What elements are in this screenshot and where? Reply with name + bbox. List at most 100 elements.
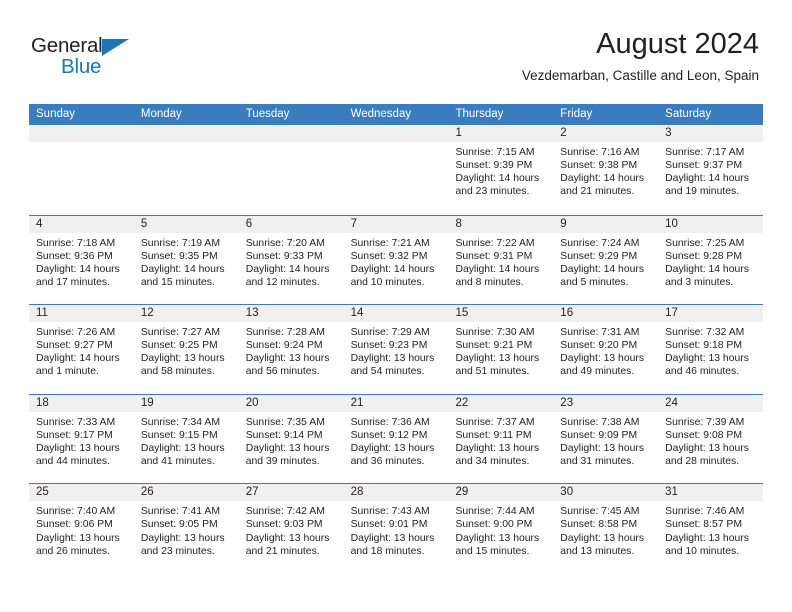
calendar-day-cell[interactable]: 4 Sunrise: 7:18 AM Sunset: 9:36 PM Daylight… [29,215,134,305]
calendar-day-cell[interactable]: 3 Sunrise: 7:17 AM Sunset: 9:37 PM Daylight… [658,125,764,215]
day-detail-line: Sunset: 8:57 PM [665,519,742,531]
calendar-day-cell[interactable]: 17 Sunrise: 7:32 AM Sunset: 9:18 PM Dayligh… [658,305,764,394]
day-detail-line: Sunrise: 7:15 AM [455,147,535,158]
day-number-band: 26 [133,484,239,502]
calendar-week-row: 18 Sunrise: 7:33 AM Sunset: 9:17 PM Dayligh… [29,393,764,484]
day-number-band: 30 [553,484,659,502]
day-number: 22 [455,396,469,409]
calendar-day-cell[interactable]: 15 Sunrise: 7:30 AM Sunset: 9:21 PM Dayligh… [448,305,554,394]
day-detail-line: Daylight: 13 hours [455,532,540,544]
day-number: 21 [350,396,364,409]
calendar-day-cell[interactable]: 26 Sunrise: 7:41 AM Sunset: 9:05 PM Dayligh… [133,484,239,573]
day-number: 13 [245,307,259,320]
day-detail-line: Sunset: 9:03 PM [245,519,323,531]
calendar-day-cell[interactable]: 20 Sunrise: 7:35 AM Sunset: 9:14 PM Dayligh… [238,394,344,484]
triangle-icon [102,39,129,56]
calendar-day-cell[interactable]: 23 Sunrise: 7:38 AM Sunset: 9:09 PM Dayligh… [553,394,659,484]
day-detail-line: Sunset: 9:36 PM [36,250,113,262]
day-detail-line: Sunrise: 7:25 AM [665,237,745,249]
calendar-day-cell[interactable]: 19 Sunrise: 7:34 AM Sunset: 9:15 PM Dayligh… [133,394,239,484]
calendar-day-cell[interactable]: 6 Sunrise: 7:20 AM Sunset: 9:33 PM Daylight… [238,215,344,305]
calendar-week-row: 25 Sunrise: 7:40 AM Sunset: 9:06 PM Dayligh… [29,483,764,573]
calendar-day-cell-empty [133,125,239,215]
day-detail-line: Sunrise: 7:37 AM [455,416,535,428]
day-details: Sunrise: 7:21 AM Sunset: 9:32 PM Daylight:… [344,233,449,289]
calendar-day-cell[interactable]: 28 Sunrise: 7:43 AM Sunset: 9:01 PM Dayligh… [343,484,449,573]
day-number: 26 [140,486,154,499]
calendar-day-cell[interactable]: 27 Sunrise: 7:42 AM Sunset: 9:03 PM Dayligh… [238,484,344,573]
day-detail-line: Sunrise: 7:21 AM [350,237,430,249]
day-number: 17 [665,307,678,320]
calendar-day-cell[interactable]: 24 Sunrise: 7:39 AM Sunset: 9:08 PM Dayligh… [658,394,764,484]
day-number-band: 31 [658,484,764,502]
calendar-day-cell[interactable]: 31 Sunrise: 7:46 AM Sunset: 8:57 PM Dayligh… [658,484,764,573]
day-detail-line: and 49 minutes. [560,366,635,378]
calendar-day-cell[interactable]: 25 Sunrise: 7:40 AM Sunset: 9:06 PM Dayligh… [29,484,134,573]
general-blue-logo[interactable]: General Blue [31,35,151,82]
calendar-week-row: 4 Sunrise: 7:18 AM Sunset: 9:36 PM Daylight… [29,214,764,305]
day-number: 29 [455,486,469,499]
calendar-day-cell[interactable]: 10 Sunrise: 7:25 AM Sunset: 9:28 PM Dayligh… [658,215,764,305]
calendar-day-cell[interactable]: 16 Sunrise: 7:31 AM Sunset: 9:20 PM Dayligh… [553,305,659,394]
day-detail-line: Sunset: 9:32 PM [350,250,428,262]
day-details: Sunrise: 7:16 AM Sunset: 9:38 PM Daylight:… [553,142,658,198]
calendar-day-cell[interactable]: 12 Sunrise: 7:27 AM Sunset: 9:25 PM Dayligh… [133,305,239,394]
title-block: August 2024 Vezdemarban, Castille and Le… [522,28,759,85]
day-number-band: 20 [238,394,344,412]
calendar-day-cell[interactable]: 8 Sunrise: 7:22 AM Sunset: 9:31 PM Daylight… [448,215,554,305]
day-details: Sunrise: 7:30 AM Sunset: 9:21 PM Daylight:… [448,322,553,378]
day-detail-line: Daylight: 13 hours [350,442,435,454]
day-detail-line: Sunrise: 7:24 AM [560,237,640,249]
day-detail-line: Sunset: 9:23 PM [350,340,428,352]
day-number: 8 [455,217,462,230]
day-detail-line: Sunrise: 7:38 AM [560,416,640,428]
calendar-day-cell[interactable]: 2 Sunrise: 7:16 AM Sunset: 9:38 PM Daylight… [553,125,659,215]
day-details: Sunrise: 7:42 AM Sunset: 9:03 PM Daylight:… [239,501,344,557]
calendar-day-cell[interactable]: 18 Sunrise: 7:33 AM Sunset: 9:17 PM Dayligh… [29,394,134,484]
day-detail-line: and 15 minutes. [455,545,530,557]
day-detail-line: Sunset: 9:35 PM [140,250,218,262]
day-detail-line: Sunset: 9:15 PM [140,429,218,441]
calendar-day-cell[interactable]: 11 Sunrise: 7:26 AM Sunset: 9:27 PM Dayligh… [29,305,134,394]
day-number: 11 [36,307,48,320]
calendar-day-cell[interactable]: 22 Sunrise: 7:37 AM Sunset: 9:11 PM Dayligh… [448,394,554,484]
day-number-band: 10 [658,215,764,233]
day-detail-line: and 15 minutes. [140,276,215,288]
day-number-band: 13 [238,305,344,323]
calendar-day-cell[interactable]: 7 Sunrise: 7:21 AM Sunset: 9:32 PM Daylight… [343,215,449,305]
day-detail-line: Daylight: 13 hours [245,442,330,454]
day-number: 6 [245,217,253,230]
day-detail-line: Daylight: 13 hours [350,353,435,365]
day-details: Sunrise: 7:35 AM Sunset: 9:14 PM Daylight:… [239,412,344,468]
day-detail-line: Sunrise: 7:44 AM [455,506,535,518]
calendar-day-cell[interactable]: 30 Sunrise: 7:45 AM Sunset: 8:58 PM Dayligh… [553,484,659,573]
day-detail-line: Sunset: 9:20 PM [560,340,638,352]
day-detail-line: and 51 minutes. [455,366,530,378]
day-number: 16 [560,307,574,320]
day-detail-line: Sunrise: 7:26 AM [36,327,116,339]
calendar-day-cell[interactable]: 5 Sunrise: 7:19 AM Sunset: 9:35 PM Daylight… [133,215,239,305]
day-details: Sunrise: 7:29 AM Sunset: 9:23 PM Daylight:… [344,322,449,378]
day-detail-line: Sunrise: 7:46 AM [665,506,745,518]
day-detail-line: Sunset: 9:17 PM [36,429,113,441]
day-detail-line: Daylight: 13 hours [560,353,645,365]
day-detail-line: and 21 minutes. [560,186,635,198]
day-details: Sunrise: 7:36 AM Sunset: 9:12 PM Daylight:… [344,412,449,468]
day-number: 18 [36,396,49,409]
calendar-day-cell[interactable]: 13 Sunrise: 7:28 AM Sunset: 9:24 PM Dayligh… [238,305,344,394]
day-detail-line: and 8 minutes. [455,276,524,288]
calendar-day-cell[interactable]: 14 Sunrise: 7:29 AM Sunset: 9:23 PM Dayligh… [343,305,449,394]
day-detail-line: Daylight: 13 hours [560,532,645,544]
day-number-band: 8 [448,215,554,233]
calendar-day-cell[interactable]: 9 Sunrise: 7:24 AM Sunset: 9:29 PM Daylight… [553,215,659,305]
calendar-body: 1 Sunrise: 7:15 AM Sunset: 9:39 PM Daylight… [29,125,764,573]
calendar-day-cell[interactable]: 29 Sunrise: 7:44 AM Sunset: 9:00 PM Dayligh… [448,484,554,573]
day-number-band: 29 [448,484,554,502]
day-detail-line: and 31 minutes. [560,456,635,468]
day-detail-line: Sunrise: 7:45 AM [560,506,640,518]
calendar-day-cell[interactable]: 1 Sunrise: 7:15 AM Sunset: 9:39 PM Daylight… [448,125,554,215]
calendar-day-cell[interactable]: 21 Sunrise: 7:36 AM Sunset: 9:12 PM Dayligh… [343,394,449,484]
day-number-band: 22 [448,394,554,412]
weekday-header-saturday: Saturday [665,108,712,120]
day-number-band: 28 [343,484,449,502]
